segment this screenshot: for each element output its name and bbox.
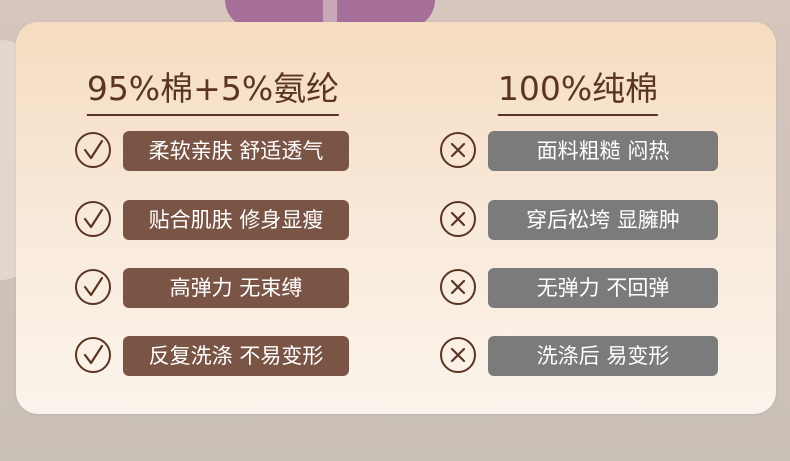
cross-circle-icon (440, 201, 476, 237)
check-circle-icon (75, 269, 111, 305)
left-column-title-text: 95%棉+5%氨纶 (86, 69, 340, 108)
check-circle-icon (75, 132, 111, 168)
left-column-title: 95%棉+5%氨纶 (86, 62, 340, 116)
right-row-2: 穿后松垮 显臃肿 (440, 200, 720, 240)
left-feature-pill: 高弹力 无束缚 (123, 268, 349, 308)
check-circle-icon (75, 337, 111, 373)
left-row-4: 反复洗涤 不易变形 (75, 336, 355, 376)
right-column-title-text: 100%纯棉 (497, 69, 659, 108)
right-title-underline (497, 114, 659, 116)
check-circle-icon (75, 201, 111, 237)
cross-circle-icon (440, 269, 476, 305)
left-row-1: 柔软亲肤 舒适透气 (75, 131, 355, 171)
left-title-underline (86, 114, 340, 116)
right-row-4: 洗涤后 易变形 (440, 336, 720, 376)
cross-circle-icon (440, 132, 476, 168)
right-feature-pill: 无弹力 不回弹 (488, 268, 718, 308)
left-row-3: 高弹力 无束缚 (75, 268, 355, 308)
right-row-1: 面料粗糙 闷热 (440, 131, 720, 171)
left-row-2: 贴合肌肤 修身显瘦 (75, 200, 355, 240)
left-feature-pill: 贴合肌肤 修身显瘦 (123, 200, 349, 240)
right-feature-pill: 穿后松垮 显臃肿 (488, 200, 718, 240)
left-feature-pill: 反复洗涤 不易变形 (123, 336, 349, 376)
right-row-3: 无弹力 不回弹 (440, 268, 720, 308)
right-column-title: 100%纯棉 (497, 62, 659, 116)
cross-circle-icon (440, 337, 476, 373)
right-feature-pill: 面料粗糙 闷热 (488, 131, 718, 171)
right-feature-pill: 洗涤后 易变形 (488, 336, 718, 376)
comparison-card: 95%棉+5%氨纶 100%纯棉 柔软亲肤 舒适透气 贴合肌肤 修身显瘦 高弹力… (16, 22, 776, 414)
left-feature-pill: 柔软亲肤 舒适透气 (123, 131, 349, 171)
